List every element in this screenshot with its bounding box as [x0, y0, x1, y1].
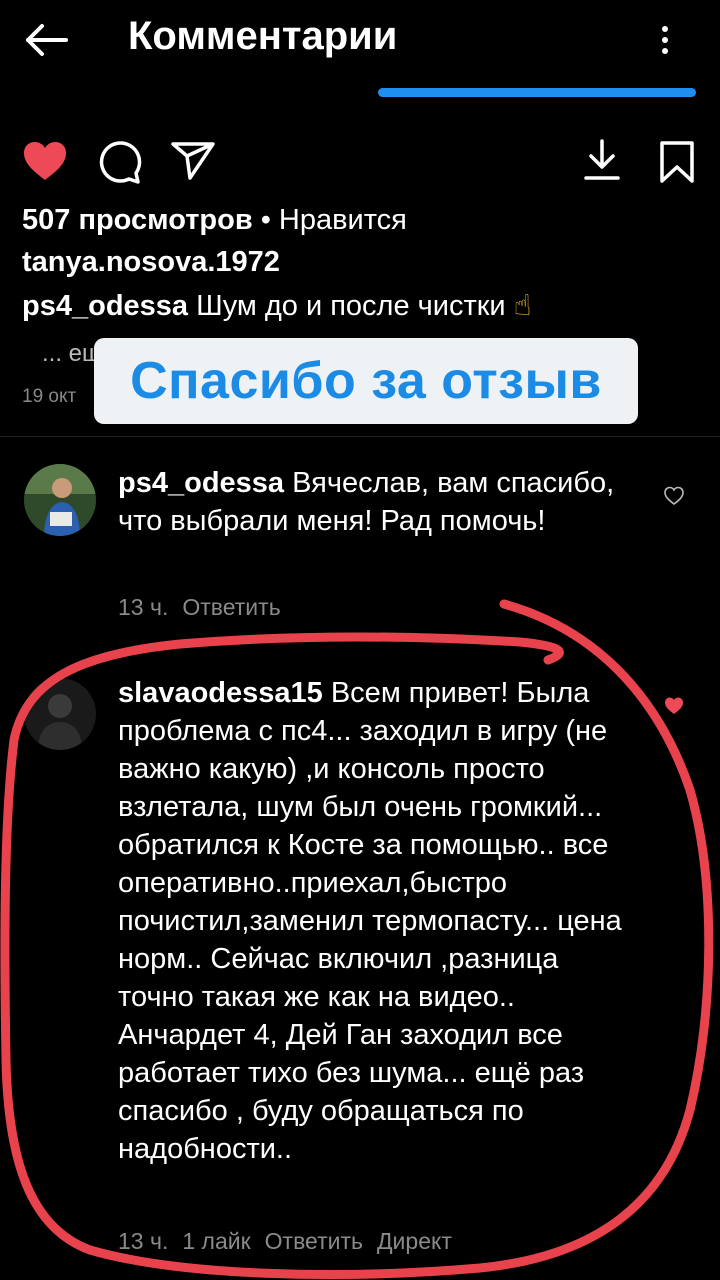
comment-time: 13 ч. — [118, 1228, 169, 1254]
page-title: Комментарии — [128, 14, 398, 58]
send-icon[interactable] — [170, 140, 216, 182]
reply-button[interactable]: Ответить — [182, 594, 280, 620]
comment-body: slavaodessa15 Всем привет! Была проблема… — [118, 674, 640, 1168]
post-caption: ps4_odessa Шум до и после чистки ☝ — [22, 288, 531, 323]
comment-meta: 13 ч. 1 лайк Ответить Директ — [118, 1228, 466, 1255]
point-up-emoji-icon: ☝ — [513, 290, 532, 322]
direct-button[interactable]: Директ — [377, 1228, 452, 1254]
progress-bar — [378, 88, 696, 97]
comment-body: ps4_odessa Вячеслав, вам спасибо, что вы… — [118, 464, 638, 540]
arrow-left-icon[interactable] — [22, 22, 70, 58]
comment-icon[interactable] — [96, 140, 142, 184]
comment-text: Всем привет! Была проблема с пс4... захо… — [118, 677, 622, 1165]
thanks-overlay-banner: Спасибо за отзыв — [94, 338, 638, 424]
views-line: 507 просмотров • Нравится — [22, 204, 407, 237]
divider — [0, 436, 720, 437]
heart-filled-small-icon[interactable] — [664, 696, 684, 716]
heart-filled-icon[interactable] — [22, 140, 68, 182]
download-icon[interactable] — [582, 138, 622, 182]
heart-outline-icon[interactable] — [664, 486, 684, 506]
liked-by-user[interactable]: tanya.nosova.1972 — [22, 246, 280, 279]
avatar[interactable] — [24, 678, 96, 750]
avatar[interactable] — [24, 464, 96, 536]
caption-author[interactable]: ps4_odessa — [22, 290, 188, 322]
avatar-photo — [24, 678, 96, 750]
overlay-text: Спасибо за отзыв — [130, 352, 602, 410]
bookmark-icon[interactable] — [658, 140, 696, 184]
comment-username[interactable]: slavaodessa15 — [118, 677, 323, 709]
likes-count[interactable]: 1 лайк — [182, 1228, 250, 1254]
comment-meta: 13 ч. Ответить — [118, 594, 295, 621]
views-count[interactable]: 507 просмотров — [22, 204, 253, 236]
comment-time: 13 ч. — [118, 594, 169, 620]
caption-text: Шум до и после чистки — [196, 290, 506, 322]
likes-label: • Нравится — [252, 204, 407, 236]
comment-username[interactable]: ps4_odessa — [118, 467, 284, 499]
more-vertical-icon[interactable] — [650, 20, 680, 60]
reply-button[interactable]: Ответить — [265, 1228, 363, 1254]
post-date: 19 окт — [22, 386, 77, 407]
avatar-photo — [24, 464, 96, 536]
